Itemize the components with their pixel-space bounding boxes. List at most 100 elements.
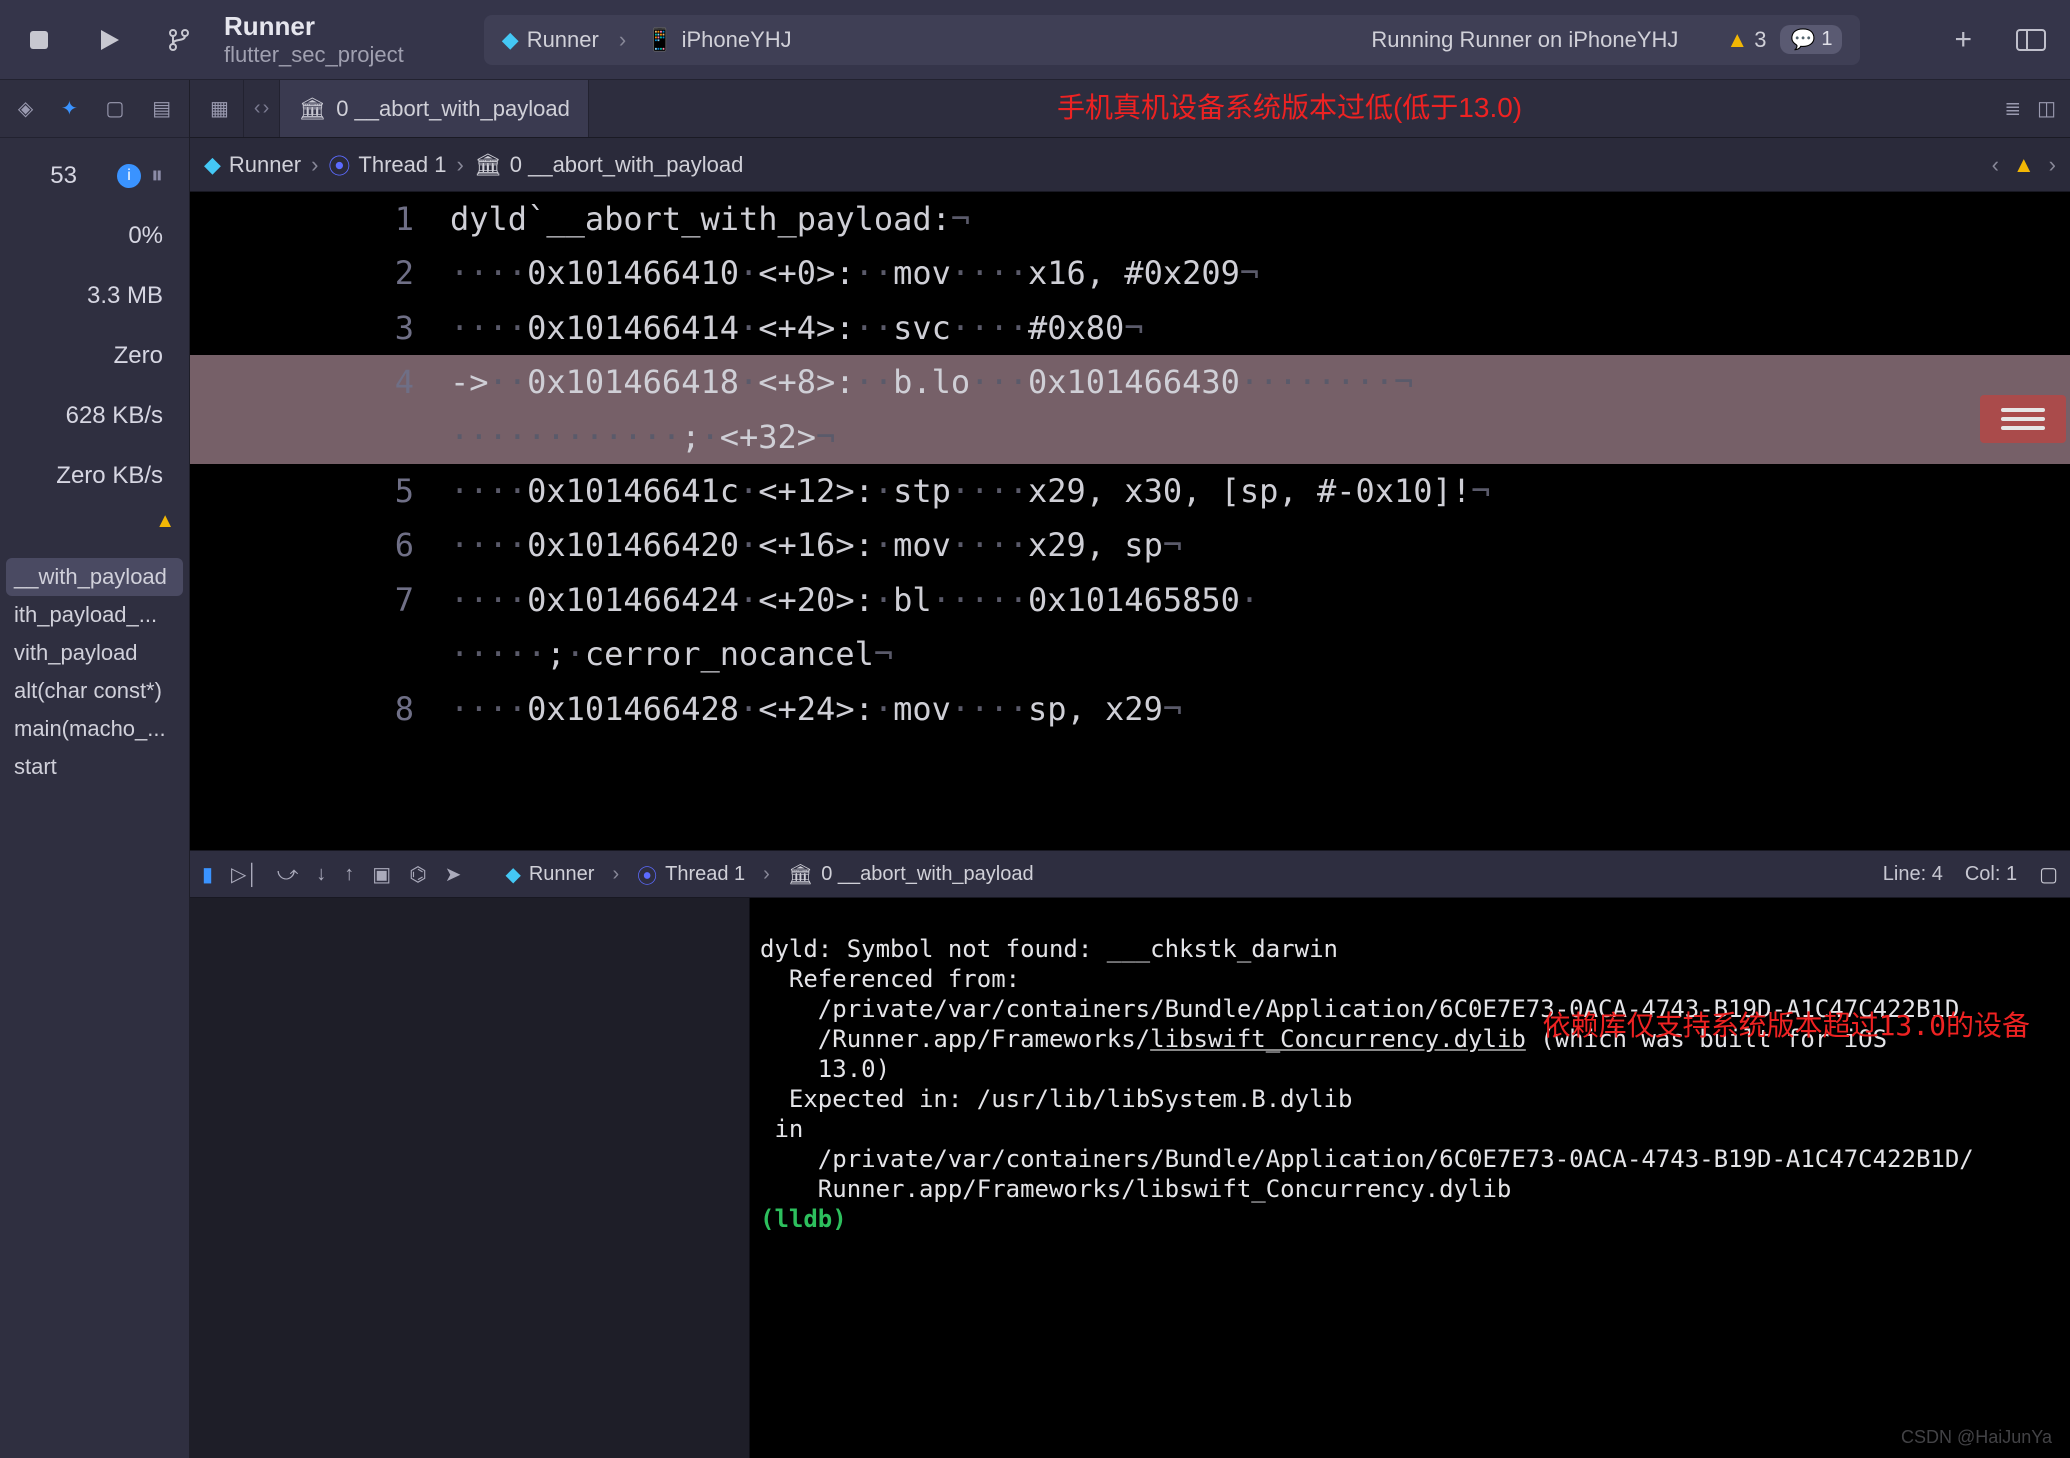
debug-bar: ▮ ▷│ ⤻ ↓ ↑ ▣ ⌬ ➤ ◆ Runner › ⦿ Thread 1 ›… <box>190 850 2070 898</box>
warning-icon[interactable]: ▲ <box>2013 152 2035 178</box>
sidebar-warning-row: ▲ <box>0 510 189 554</box>
step-out-button[interactable]: ↑ <box>344 863 354 886</box>
step-over-button[interactable]: ⤻ <box>277 863 298 886</box>
sidebar-top-row: 53 i ⏸ <box>0 146 177 206</box>
phone-icon: 📱 <box>646 27 673 53</box>
box-icon[interactable]: ▢ <box>106 96 125 121</box>
disk-metric[interactable]: 628 KB/s <box>0 386 177 446</box>
annotation-bottom: 依赖库仅支持系统版本超过13.0的设备 <box>1543 1008 2030 1043</box>
editor-breadcrumb: ◆ Runner › ⦿ Thread 1 › 🏛 0 __abort_with… <box>190 138 2070 192</box>
minimap-icon[interactable]: ≣ <box>2004 96 2021 121</box>
debug-crumb-project[interactable]: ◆ Runner <box>505 862 594 887</box>
scheme-label: Runner <box>527 27 599 53</box>
drag-handle[interactable] <box>1980 395 2066 443</box>
chevron-right-icon: › <box>311 152 318 178</box>
warning-icon: ▲ <box>1726 27 1748 53</box>
console-line: /private/var/containers/Bundle/Applicati… <box>760 1145 1974 1173</box>
console-area: dyld: Symbol not found: ___chkstk_darwin… <box>190 898 2070 1458</box>
nav-forward-icon[interactable]: › <box>2049 152 2056 178</box>
sidebar-top-icons: ◈ ✦ ▢ ▤ <box>0 80 189 138</box>
stack-frame[interactable]: main(macho_... <box>6 710 183 748</box>
memory-graph-icon[interactable]: ⌬ <box>409 862 426 887</box>
continue-button[interactable]: ▷│ <box>231 862 259 887</box>
run-button[interactable] <box>84 15 134 65</box>
stack-frame[interactable]: ith_payload_... <box>6 596 183 634</box>
stack-frame[interactable]: alt(char const*) <box>6 672 183 710</box>
console-line: /Runner.app/Frameworks/ <box>760 1025 1150 1053</box>
stack-frame[interactable]: __with_payload <box>6 558 183 596</box>
watermark: CSDN @HaiJunYa <box>1901 1427 2052 1448</box>
left-sidebar: ◈ ✦ ▢ ▤ 53 i ⏸ 0% 3.3 MB Zero 628 KB/s Z… <box>0 80 190 1458</box>
crumb-project[interactable]: ◆ Runner <box>204 152 301 178</box>
top-toolbar: Runner flutter_sec_project ◆ Runner › 📱 … <box>0 0 2070 80</box>
cursor-line: Line: 4 <box>1883 863 1943 886</box>
crumb-thread[interactable]: ⦿ Thread 1 <box>328 149 446 181</box>
nav-back-icon[interactable]: ‹ <box>254 97 261 120</box>
stack-frame[interactable]: start <box>6 748 183 786</box>
console-dylib-name: libswift_Concurrency.dylib <box>1150 1025 1526 1053</box>
grid-icon[interactable]: ▦ <box>210 96 229 121</box>
device-segment[interactable]: 📱 iPhoneYHJ <box>646 27 791 53</box>
list-icon[interactable]: ▤ <box>152 96 171 121</box>
console-line: 13.0) <box>760 1055 890 1083</box>
cpu-metric[interactable]: 0% <box>0 206 177 266</box>
console-line: Expected in: /usr/lib/libSystem.B.dylib <box>760 1085 1352 1113</box>
bank-icon: 🏛 <box>788 862 813 887</box>
panes-toggle[interactable] <box>2006 15 2056 65</box>
variables-panel[interactable] <box>190 898 750 1458</box>
cursor-col: Col: 1 <box>1965 863 2017 886</box>
bubble-icon: 💬 <box>1790 27 1815 52</box>
chevron-right-icon: › <box>763 863 770 886</box>
lldb-prompt: (lldb) <box>760 1205 847 1233</box>
project-title-block: Runner flutter_sec_project <box>224 11 404 69</box>
chevron-right-icon: › <box>612 863 619 886</box>
messages-badge[interactable]: 💬 1 <box>1780 25 1842 54</box>
scheme-segment[interactable]: ◆ Runner <box>502 27 599 53</box>
memory-metric[interactable]: 3.3 MB <box>0 266 177 326</box>
bank-icon: 🏛 <box>474 152 502 178</box>
project-title: Runner <box>224 11 404 42</box>
stack-frame[interactable]: vith_payload <box>6 634 183 672</box>
view-hierarchy-icon[interactable]: ▣ <box>372 862 391 887</box>
status-pill[interactable]: ◆ Runner › 📱 iPhoneYHJ Running Runner on… <box>484 15 1861 65</box>
console-line: dyld: Symbol not found: ___chkstk_darwin <box>760 935 1338 963</box>
warnings-badge[interactable]: ▲ 3 <box>1726 27 1766 53</box>
chevron-right-icon: › <box>456 152 463 178</box>
editor-tabbar: ▦ ‹ › 🏛 0 __abort_with_payload 手机真机设备系统版… <box>190 80 2070 138</box>
branch-icon[interactable] <box>154 15 204 65</box>
annotation-top: 手机真机设备系统版本过低(低于13.0) <box>589 80 1991 137</box>
console-line: Runner.app/Frameworks/libswift_Concurren… <box>760 1175 1511 1203</box>
sidebar-top-value: 53 <box>50 162 77 190</box>
lldb-console[interactable]: dyld: Symbol not found: ___chkstk_darwin… <box>750 898 2070 1458</box>
crumb-frame[interactable]: 🏛 0 __abort_with_payload <box>474 152 744 178</box>
step-into-button[interactable]: ↓ <box>316 863 326 886</box>
active-tab[interactable]: 🏛 0 __abort_with_payload <box>280 80 589 137</box>
console-line: Referenced from: <box>760 965 1020 993</box>
spray-icon[interactable]: ✦ <box>61 96 78 121</box>
flutter-icon: ◆ <box>502 27 519 53</box>
disassembly-editor[interactable]: 1dyld`__abort_with_payload:¬2····0x10146… <box>190 192 2070 850</box>
panel-icon[interactable]: ▢ <box>2039 862 2058 887</box>
debug-crumb-frame[interactable]: 🏛 0 __abort_with_payload <box>788 862 1034 887</box>
device-label: iPhoneYHJ <box>682 27 792 53</box>
thread-icon: ⦿ <box>328 149 350 181</box>
bank-icon: 🏛 <box>298 96 326 122</box>
tag-icon[interactable]: ◈ <box>18 96 33 121</box>
debug-crumb-thread[interactable]: ⦿ Thread 1 <box>637 860 745 889</box>
energy-metric[interactable]: Zero <box>0 326 177 386</box>
console-line: in <box>760 1115 803 1143</box>
add-tab-button[interactable]: + <box>1940 23 1986 57</box>
stop-button[interactable] <box>14 15 64 65</box>
chevron-right-icon: › <box>619 27 626 53</box>
nav-back-icon[interactable]: ‹ <box>1992 152 1999 178</box>
info-icon[interactable]: i <box>117 164 141 188</box>
project-subtitle: flutter_sec_project <box>224 42 404 68</box>
split-icon[interactable]: ◫ <box>2037 96 2056 121</box>
pause-icon[interactable]: ⏸ <box>151 162 163 190</box>
location-icon[interactable]: ➤ <box>445 862 462 887</box>
stack-list: __with_payload ith_payload_... vith_payl… <box>0 554 189 790</box>
thread-icon: ⦿ <box>637 860 657 889</box>
nav-forward-icon[interactable]: › <box>263 97 270 120</box>
breakpoint-toggle[interactable]: ▮ <box>202 862 213 887</box>
network-metric[interactable]: Zero KB/s <box>0 446 177 506</box>
